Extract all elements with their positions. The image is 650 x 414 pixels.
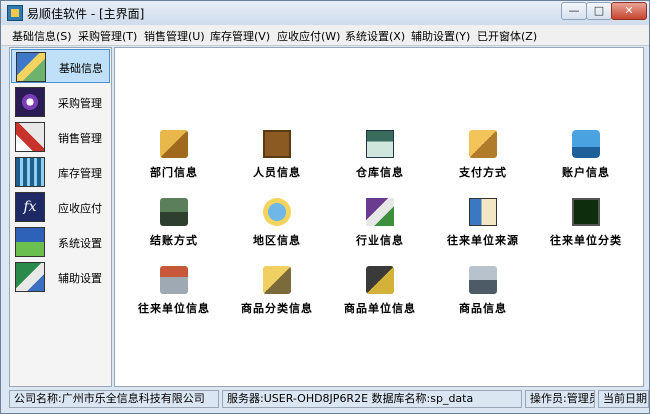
basic-info-icon: [16, 52, 46, 82]
menu-purchase[interactable]: 采购管理(T): [78, 28, 137, 44]
partner-source-icon: [469, 198, 497, 226]
maximize-button[interactable]: □: [586, 2, 612, 20]
tile-partner-source[interactable]: 往来单位来源: [433, 198, 533, 258]
app-window: 易顺佳软件 - [主界面] — □ ✕ 基础信息(S) 采购管理(T) 销售管理…: [0, 0, 650, 414]
tile-settlement[interactable]: 结账方式: [124, 198, 224, 258]
menu-open-windows[interactable]: 已开窗体(Z): [477, 28, 537, 44]
tile-warehouse[interactable]: 仓库信息: [330, 130, 430, 190]
sales-icon: [15, 122, 45, 152]
sidebar-item-aux-settings[interactable]: 辅助设置: [11, 260, 110, 294]
partner-info-icon: [160, 266, 188, 294]
sidebar-item-label: 系统设置: [58, 237, 102, 250]
tile-label: 结账方式: [150, 234, 198, 247]
tile-label: 往来单位信息: [138, 302, 210, 315]
menu-bar: 基础信息(S) 采购管理(T) 销售管理(U) 库存管理(V) 应收应付(W) …: [1, 25, 649, 46]
tile-label: 商品信息: [459, 302, 507, 315]
account-icon: [572, 130, 600, 158]
status-bar: 公司名称:广州市乐全信息科技有限公司 服务器:USER-OHD8JP6R2E 数…: [9, 390, 649, 409]
product-info-icon: [469, 266, 497, 294]
sidebar: 基础信息 采购管理 销售管理 库存管理 fx 应收应付 系统设置 辅助设置: [9, 47, 112, 387]
tile-product-info[interactable]: 商品信息: [433, 266, 533, 326]
menu-receivable[interactable]: 应收应付(W): [277, 28, 340, 44]
menu-sales[interactable]: 销售管理(U): [144, 28, 205, 44]
tile-personnel[interactable]: 人员信息: [227, 130, 327, 190]
product-category-icon: [263, 266, 291, 294]
main-content: 部门信息 人员信息 仓库信息 支付方式 账户信息 结账方式 地区信息 行业信息 …: [114, 47, 644, 387]
sidebar-item-label: 基础信息: [59, 62, 103, 75]
inventory-icon: [15, 157, 45, 187]
tile-label: 账户信息: [562, 166, 610, 179]
tile-label: 部门信息: [150, 166, 198, 179]
tile-region[interactable]: 地区信息: [227, 198, 327, 258]
payment-method-icon: [469, 130, 497, 158]
menu-inventory[interactable]: 库存管理(V): [210, 28, 270, 44]
sidebar-item-label: 辅助设置: [58, 272, 102, 285]
title-bar[interactable]: 易顺佳软件 - [主界面] — □ ✕: [1, 1, 649, 25]
tile-payment-method[interactable]: 支付方式: [433, 130, 533, 190]
system-settings-icon: [15, 227, 45, 257]
aux-settings-icon: [15, 262, 45, 292]
region-icon: [263, 198, 291, 226]
sidebar-item-basic-info[interactable]: 基础信息: [11, 49, 110, 83]
menu-system-settings[interactable]: 系统设置(X): [345, 28, 405, 44]
purchase-icon: [15, 87, 45, 117]
sidebar-item-system-settings[interactable]: 系统设置: [11, 225, 110, 259]
tile-label: 商品单位信息: [344, 302, 416, 315]
tile-label: 商品分类信息: [241, 302, 313, 315]
sidebar-item-purchase[interactable]: 采购管理: [11, 85, 110, 119]
tile-product-category[interactable]: 商品分类信息: [227, 266, 327, 326]
sidebar-item-receivable[interactable]: fx 应收应付: [11, 190, 110, 224]
status-server: 服务器:USER-OHD8JP6R2E 数据库名称:sp_data: [222, 390, 522, 408]
partner-category-icon: [572, 198, 600, 226]
window-title: 易顺佳软件 - [主界面]: [27, 7, 145, 21]
minimize-button[interactable]: —: [561, 2, 587, 20]
department-icon: [160, 130, 188, 158]
sidebar-item-label: 采购管理: [58, 97, 102, 110]
status-date: 当前日期: [598, 390, 649, 408]
app-logo-icon: [7, 5, 23, 21]
tile-label: 人员信息: [253, 166, 301, 179]
tile-industry[interactable]: 行业信息: [330, 198, 430, 258]
sidebar-item-label: 应收应付: [58, 202, 102, 215]
menu-aux-settings[interactable]: 辅助设置(Y): [411, 28, 470, 44]
warehouse-icon: [366, 130, 394, 158]
sidebar-item-label: 库存管理: [58, 167, 102, 180]
tile-partner-category[interactable]: 往来单位分类: [536, 198, 636, 258]
tile-partner-info[interactable]: 往来单位信息: [124, 266, 224, 326]
product-unit-icon: [366, 266, 394, 294]
tile-account[interactable]: 账户信息: [536, 130, 636, 190]
tile-label: 往来单位分类: [550, 234, 622, 247]
tile-department[interactable]: 部门信息: [124, 130, 224, 190]
status-company: 公司名称:广州市乐全信息科技有限公司: [9, 390, 219, 408]
tile-label: 支付方式: [459, 166, 507, 179]
sidebar-item-inventory[interactable]: 库存管理: [11, 155, 110, 189]
status-operator: 操作员:管理员: [525, 390, 595, 408]
personnel-icon: [263, 130, 291, 158]
tile-product-unit[interactable]: 商品单位信息: [330, 266, 430, 326]
sidebar-item-sales[interactable]: 销售管理: [11, 120, 110, 154]
tile-label: 地区信息: [253, 234, 301, 247]
close-button[interactable]: ✕: [611, 2, 647, 20]
receivable-icon: fx: [15, 192, 45, 222]
sidebar-item-label: 销售管理: [58, 132, 102, 145]
tile-label: 往来单位来源: [447, 234, 519, 247]
industry-icon: [366, 198, 394, 226]
tile-label: 仓库信息: [356, 166, 404, 179]
settlement-icon: [160, 198, 188, 226]
menu-basic-info[interactable]: 基础信息(S): [12, 28, 72, 44]
tile-label: 行业信息: [356, 234, 404, 247]
